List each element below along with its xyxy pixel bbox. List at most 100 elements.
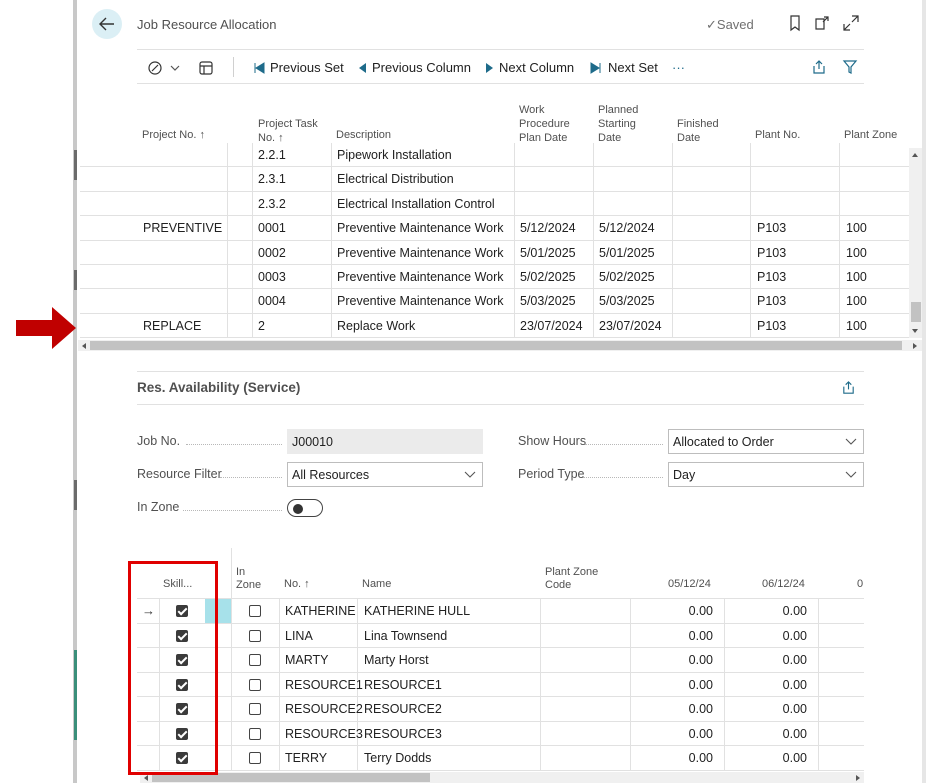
grid-cell-no[interactable]: KATHERINE <box>285 604 356 618</box>
grid-cell-d1[interactable]: 0.00 <box>630 629 713 643</box>
grid-cell-plant[interactable]: P103 <box>757 319 786 333</box>
grid-cell-planned[interactable]: 5/02/2025 <box>599 270 655 284</box>
grid-cell-task[interactable]: 2.3.1 <box>258 172 286 186</box>
grid-cell-work[interactable]: 23/07/2024 <box>520 319 583 333</box>
grid-cell-desc[interactable]: Preventive Maintenance Work <box>337 270 504 284</box>
grid-cell-plant[interactable]: P103 <box>757 221 786 235</box>
col-header-plant-zone[interactable]: Plant Zone <box>844 128 897 142</box>
grid-cell-work[interactable]: 5/02/2025 <box>520 270 576 284</box>
scroll-left-icon[interactable] <box>142 774 149 782</box>
grid-cell-d1[interactable]: 0.00 <box>630 678 713 692</box>
grid-cell-name[interactable]: Marty Horst <box>364 653 429 667</box>
in-zone-checkbox[interactable] <box>249 703 261 715</box>
col-header-no[interactable]: No. ↑ <box>284 578 310 591</box>
grid-cell-name[interactable]: KATHERINE HULL <box>364 604 470 618</box>
grid-cell-no[interactable]: RESOURCE3 <box>285 727 363 741</box>
vertical-scrollbar-thumb[interactable] <box>911 302 921 322</box>
grid-cell-task[interactable]: 2 <box>258 319 265 333</box>
in-zone-checkbox[interactable] <box>249 727 261 740</box>
scroll-up-icon[interactable] <box>911 151 919 159</box>
grid-cell-d1[interactable]: 0.00 <box>630 727 713 741</box>
grid-cell-d2[interactable]: 0.00 <box>724 678 807 692</box>
grid-cell-desc[interactable]: Replace Work <box>337 319 415 333</box>
in-zone-checkbox[interactable] <box>249 654 261 666</box>
grid-cell-plant[interactable]: P103 <box>757 246 786 260</box>
grid-cell-no[interactable]: LINA <box>285 629 313 643</box>
col-header-date-2[interactable]: 06/12/24 <box>762 578 805 591</box>
col-header-description[interactable]: Description <box>336 128 391 142</box>
grid-cell-no[interactable]: RESOURCE2 <box>285 702 363 716</box>
grid-cell-zone[interactable]: 100 <box>846 294 867 308</box>
grid-cell-work[interactable]: 5/12/2024 <box>520 221 576 235</box>
expand-icon[interactable] <box>842 14 860 32</box>
col-header-finished-date[interactable]: Finished Date <box>677 117 719 145</box>
grid-cell-project[interactable]: PREVENTIVE <box>143 221 222 235</box>
grid-cell-plant[interactable]: P103 <box>757 294 786 308</box>
previous-set-button[interactable]: Previous Set <box>252 60 344 75</box>
col-header-date-3[interactable]: 0 <box>857 578 863 591</box>
grid-cell-d2[interactable]: 0.00 <box>724 604 807 618</box>
share-icon[interactable] <box>841 380 856 395</box>
grid-cell-no[interactable]: TERRY <box>285 751 327 765</box>
scroll-left-icon[interactable] <box>80 342 87 350</box>
grid-cell-no[interactable]: MARTY <box>285 653 329 667</box>
grid-cell-desc[interactable]: Electrical Distribution <box>337 172 454 186</box>
grid-cell-desc[interactable]: Preventive Maintenance Work <box>337 294 504 308</box>
grid-cell-desc[interactable]: Electrical Installation Control <box>337 197 495 211</box>
grid-cell-planned[interactable]: 23/07/2024 <box>599 319 662 333</box>
period-type-select[interactable]: Day <box>668 462 864 487</box>
grid-cell-d2[interactable]: 0.00 <box>724 727 807 741</box>
next-set-button[interactable]: Next Set <box>590 60 658 75</box>
grid-cell-d1[interactable]: 0.00 <box>630 751 713 765</box>
grid-cell-name[interactable]: RESOURCE2 <box>364 702 442 716</box>
grid-cell-d2[interactable]: 0.00 <box>724 702 807 716</box>
resource-filter-select[interactable]: All Resources <box>287 462 483 487</box>
grid-cell-task[interactable]: 0002 <box>258 246 286 260</box>
scroll-right-icon[interactable] <box>912 342 919 350</box>
grid-cell-planned[interactable]: 5/01/2025 <box>599 246 655 260</box>
grid-cell-desc[interactable]: Preventive Maintenance Work <box>337 246 504 260</box>
grid-cell-task[interactable]: 0004 <box>258 294 286 308</box>
col-header-plant-no[interactable]: Plant No. <box>755 128 800 142</box>
grid-cell-d2[interactable]: 0.00 <box>724 629 807 643</box>
grid-cell-work[interactable]: 5/01/2025 <box>520 246 576 260</box>
col-header-work-date[interactable]: Work Procedure Plan Date <box>519 103 570 145</box>
grid-cell-task[interactable]: 0001 <box>258 221 286 235</box>
grid-cell-work[interactable]: 5/03/2025 <box>520 294 576 308</box>
in-zone-checkbox[interactable] <box>249 605 261 617</box>
grid-cell-task[interactable]: 2.3.2 <box>258 197 286 211</box>
col-header-project-no[interactable]: Project No. ↑ <box>142 128 205 142</box>
horizontal-scrollbar-thumb[interactable] <box>90 341 902 350</box>
grid-cell-desc[interactable]: Preventive Maintenance Work <box>337 221 504 235</box>
in-zone-checkbox[interactable] <box>249 629 261 642</box>
job-no-field[interactable]: J00010 <box>287 429 483 454</box>
grid-cell-task[interactable]: 2.2.1 <box>258 148 286 162</box>
back-button[interactable] <box>92 9 122 39</box>
next-column-button[interactable]: Next Column <box>485 60 574 75</box>
view-options-button[interactable] <box>147 60 180 76</box>
grid-cell-zone[interactable]: 100 <box>846 221 867 235</box>
grid-cell-desc[interactable]: Pipework Installation <box>337 148 452 162</box>
more-options-button[interactable]: ··· <box>672 60 685 75</box>
col-header-name[interactable]: Name <box>362 578 391 591</box>
grid-cell-planned[interactable]: 5/12/2024 <box>599 221 655 235</box>
share-icon[interactable] <box>811 59 827 75</box>
grid-cell-name[interactable]: RESOURCE3 <box>364 727 442 741</box>
col-header-in-zone[interactable]: In Zone <box>236 566 261 592</box>
previous-column-button[interactable]: Previous Column <box>358 60 471 75</box>
col-header-date-1[interactable]: 05/12/24 <box>668 578 711 591</box>
grid-cell-name[interactable]: RESOURCE1 <box>364 678 442 692</box>
col-header-plant-zone-code[interactable]: Plant Zone Code <box>545 566 598 592</box>
grid-cell-task[interactable]: 0003 <box>258 270 286 284</box>
grid-cell-d2[interactable]: 0.00 <box>724 751 807 765</box>
grid-cell-zone[interactable]: 100 <box>846 319 867 333</box>
grid-cell-d1[interactable]: 0.00 <box>630 604 713 618</box>
grid-cell-d2[interactable]: 0.00 <box>724 653 807 667</box>
grid-cell-d1[interactable]: 0.00 <box>630 653 713 667</box>
grid-cell-planned[interactable]: 5/03/2025 <box>599 294 655 308</box>
in-zone-checkbox[interactable] <box>249 752 261 764</box>
grid-cell-zone[interactable]: 100 <box>846 270 867 284</box>
layout-button[interactable] <box>198 60 214 76</box>
scroll-down-icon[interactable] <box>911 327 919 335</box>
in-zone-checkbox[interactable] <box>249 678 261 691</box>
